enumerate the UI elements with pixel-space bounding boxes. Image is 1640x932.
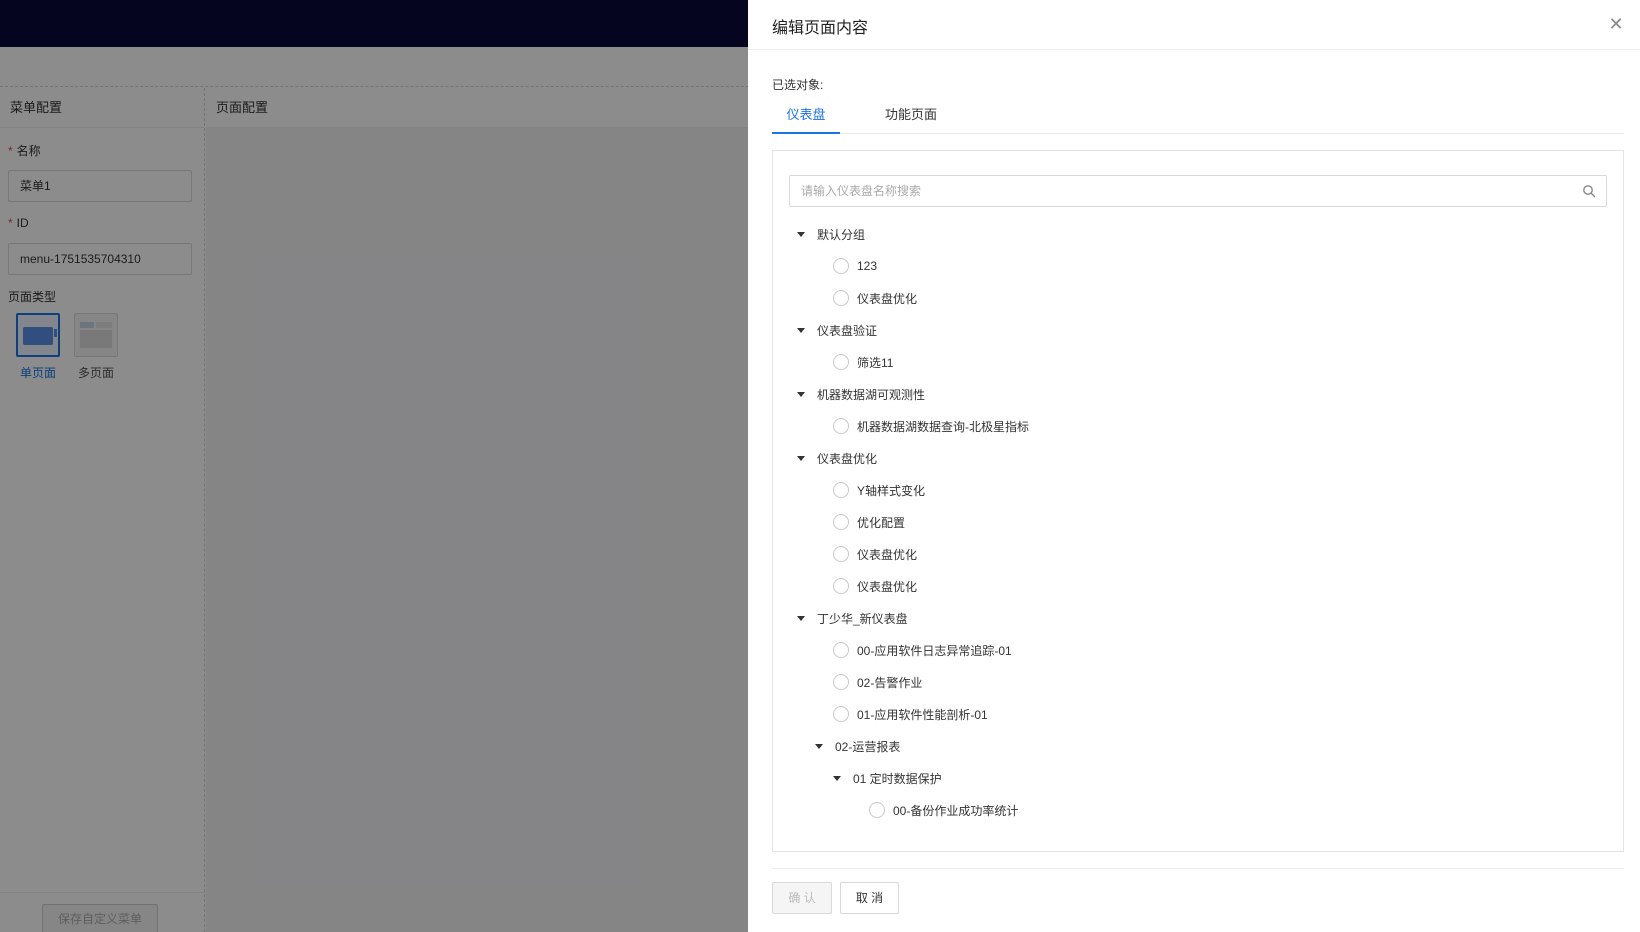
tree-node-label: 01 定时数据保护 — [853, 771, 942, 786]
tree-node-label: 仪表盘优化 — [857, 579, 918, 594]
radio-button[interactable] — [833, 546, 849, 562]
tree-leaf-node[interactable]: 优化配置 — [789, 506, 1607, 538]
confirm-button[interactable]: 确 认 — [772, 882, 832, 914]
dashboard-tree: 默认分组 123 仪表盘优化 仪表盘验证 筛选11 机器数据湖可观测性 机器数据湖数据查询-… — [789, 218, 1607, 826]
radio-button[interactable] — [833, 482, 849, 498]
tab-dashboard[interactable]: 仪表盘 — [772, 100, 840, 134]
search-input[interactable] — [790, 176, 1580, 206]
caret-down-icon[interactable] — [833, 775, 841, 781]
caret-down-icon[interactable] — [797, 455, 805, 461]
drawer-header: 编辑页面内容 ✕ — [748, 0, 1640, 50]
caret-down-icon[interactable] — [797, 231, 805, 237]
tree-group-node[interactable]: 02-运营报表 — [789, 730, 1607, 762]
search-icon[interactable] — [1582, 184, 1596, 198]
caret-down-icon[interactable] — [797, 391, 805, 397]
tree-leaf-node[interactable]: 01-应用软件性能剖析-01 — [789, 698, 1607, 730]
tree-node-label: 123 — [857, 259, 878, 273]
search-box — [789, 175, 1607, 207]
tree-node-label: 仪表盘优化 — [857, 291, 918, 306]
radio-button[interactable] — [833, 258, 849, 274]
tree-leaf-node[interactable]: 00-备份作业成功率统计 — [789, 794, 1607, 826]
tree-leaf-node[interactable]: 机器数据湖数据查询-北极星指标 — [789, 410, 1607, 442]
tree-node-label: 00-备份作业成功率统计 — [893, 803, 1019, 818]
tab-function-page[interactable]: 功能页面 — [877, 100, 945, 134]
selected-objects-label: 已选对象: — [772, 78, 824, 92]
radio-button[interactable] — [833, 674, 849, 690]
cancel-button[interactable]: 取 消 — [840, 882, 899, 914]
tree-node-label: 01-应用软件性能剖析-01 — [857, 707, 988, 722]
tree-node-label: 默认分组 — [817, 227, 866, 242]
tree-node-label: 机器数据湖可观测性 — [817, 387, 926, 402]
tree-group-node[interactable]: 默认分组 — [789, 218, 1607, 250]
tree-leaf-node[interactable]: 00-应用软件日志异常追踪-01 — [789, 634, 1607, 666]
radio-button[interactable] — [833, 354, 849, 370]
radio-button[interactable] — [833, 514, 849, 530]
tree-node-label: Y轴样式变化 — [857, 483, 926, 498]
tree-group-node[interactable]: 丁少华_新仪表盘 — [789, 602, 1607, 634]
footer-divider — [772, 868, 1624, 869]
tree-node-label: 机器数据湖数据查询-北极星指标 — [857, 419, 1029, 434]
tree-node-label: 02-告警作业 — [857, 675, 923, 690]
tree-node-label: 丁少华_新仪表盘 — [817, 611, 908, 626]
tree-leaf-node[interactable]: Y轴样式变化 — [789, 474, 1607, 506]
tree-leaf-node[interactable]: 02-告警作业 — [789, 666, 1607, 698]
tree-group-node[interactable]: 仪表盘优化 — [789, 442, 1607, 474]
tree-node-label: 仪表盘优化 — [817, 451, 878, 466]
tree-group-node[interactable]: 仪表盘验证 — [789, 314, 1607, 346]
tree-node-label: 仪表盘优化 — [857, 547, 918, 562]
tree-node-label: 00-应用软件日志异常追踪-01 — [857, 643, 1012, 658]
radio-button[interactable] — [869, 802, 885, 818]
content-tabs: 仪表盘 功能页面 — [772, 100, 1624, 134]
tree-node-label: 仪表盘验证 — [817, 323, 878, 338]
tree-group-node[interactable]: 01 定时数据保护 — [789, 762, 1607, 794]
tree-leaf-node[interactable]: 仪表盘优化 — [789, 570, 1607, 602]
tree-leaf-node[interactable]: 仪表盘优化 — [789, 538, 1607, 570]
caret-down-icon[interactable] — [797, 615, 805, 621]
radio-button[interactable] — [833, 706, 849, 722]
tree-node-label: 筛选11 — [857, 355, 894, 370]
radio-button[interactable] — [833, 578, 849, 594]
radio-button[interactable] — [833, 290, 849, 306]
radio-button[interactable] — [833, 642, 849, 658]
tree-leaf-node[interactable]: 仪表盘优化 — [789, 282, 1607, 314]
caret-down-icon[interactable] — [815, 743, 823, 749]
tree-leaf-node[interactable]: 筛选11 — [789, 346, 1607, 378]
close-icon[interactable]: ✕ — [1606, 14, 1626, 34]
tree-node-label: 优化配置 — [857, 515, 906, 530]
tree-group-node[interactable]: 机器数据湖可观测性 — [789, 378, 1607, 410]
tree-node-label: 02-运营报表 — [835, 739, 901, 754]
edit-page-content-drawer: 编辑页面内容 ✕ 已选对象: 仪表盘 功能页面 默认分组123仪表盘优化仪表盘验… — [748, 0, 1640, 932]
drawer-title: 编辑页面内容 — [772, 20, 869, 37]
radio-button[interactable] — [833, 418, 849, 434]
tree-leaf-node[interactable]: 123 — [789, 250, 1607, 282]
caret-down-icon[interactable] — [797, 327, 805, 333]
dashboard-tree-panel: 默认分组123仪表盘优化仪表盘验证筛选11机器数据湖可观测性机器数据湖数据查询-… — [772, 150, 1624, 852]
